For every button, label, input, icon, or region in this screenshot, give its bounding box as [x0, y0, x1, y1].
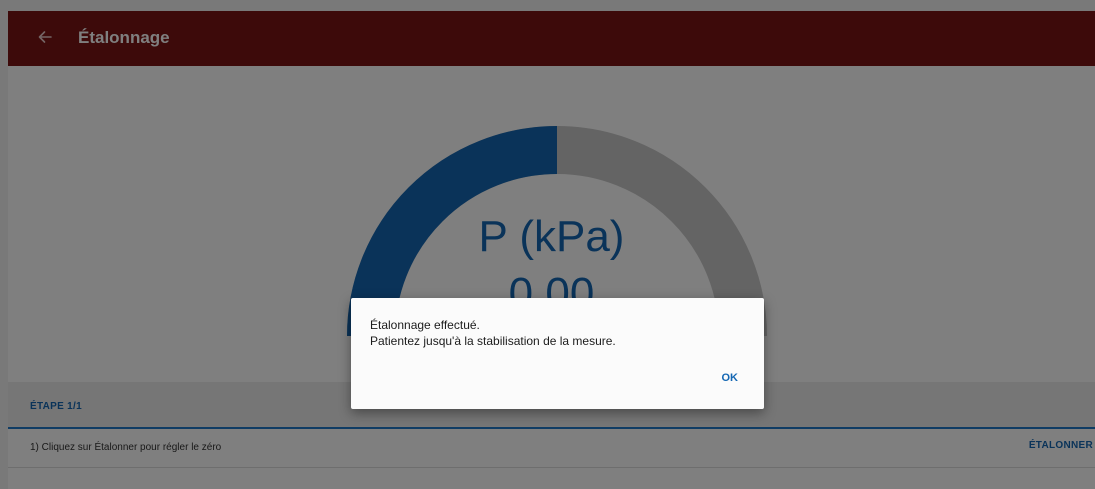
dialog-line-1: Étalonnage effectué.	[370, 318, 480, 332]
dialog-line-2: Patientez jusqu'à la stabilisation de la…	[370, 334, 616, 348]
dialog-message: Étalonnage effectué. Patientez jusqu'à l…	[370, 317, 616, 349]
calibration-screen: Étalonnage P (kPa) 0.00 ÉTAPE 1/1 1) Cli…	[0, 0, 1095, 489]
ok-button[interactable]: OK	[718, 370, 743, 386]
calibration-dialog: Étalonnage effectué. Patientez jusqu'à l…	[351, 298, 764, 409]
dialog-scrim[interactable]	[0, 0, 1095, 489]
